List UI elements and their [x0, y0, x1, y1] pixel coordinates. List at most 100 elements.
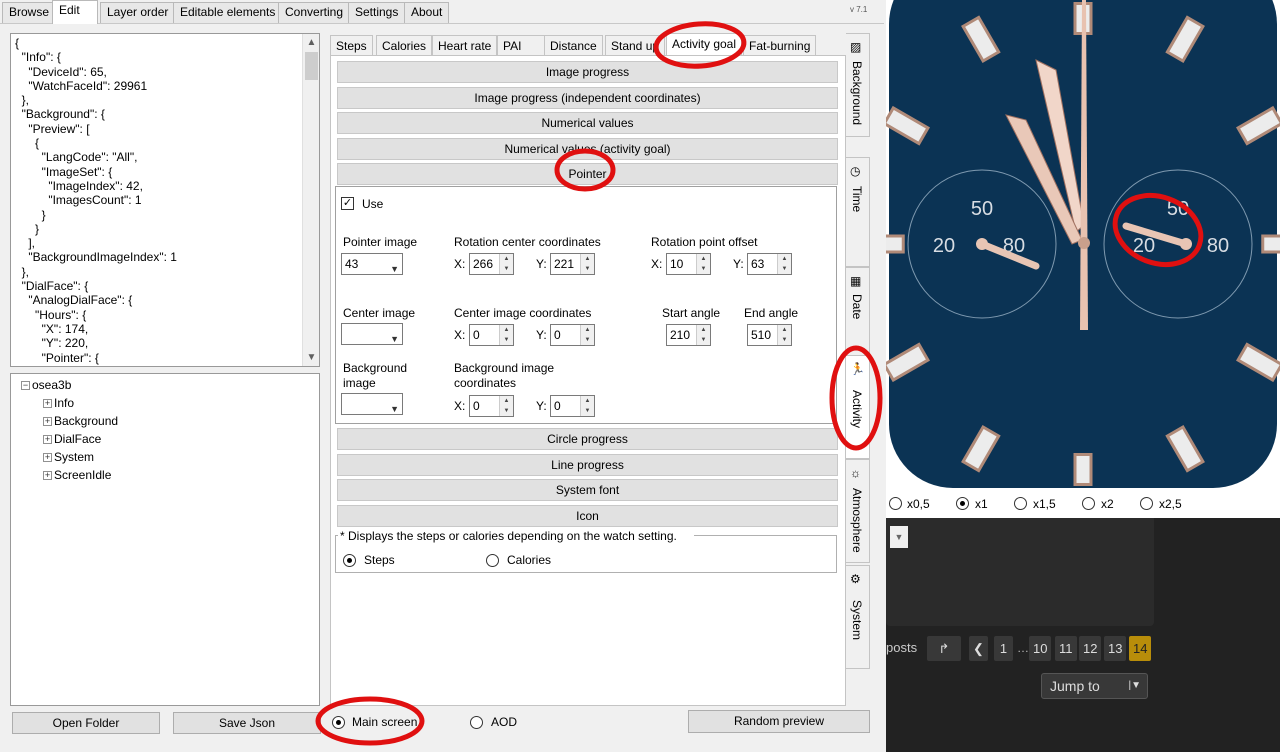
menu-tab-edit[interactable]: Edit: [52, 0, 98, 24]
menu-tab-converting[interactable]: Converting: [278, 2, 351, 23]
share-icon[interactable]: ↱: [927, 636, 961, 661]
save-json-button[interactable]: Save Json: [173, 712, 321, 734]
subtab-distance[interactable]: Distance: [544, 35, 603, 56]
menu-tab-settings[interactable]: Settings: [348, 2, 406, 23]
left-subdial-50: 50: [971, 198, 993, 220]
subtab-activity-goal[interactable]: Activity goal: [666, 33, 742, 56]
section-image-progress[interactable]: Image progress: [337, 61, 838, 83]
runner-icon: 🏃: [850, 362, 865, 376]
scroll-down-icon[interactable]: ▼: [303, 349, 319, 366]
use-checkbox[interactable]: ✓: [341, 197, 354, 210]
side-tab-background[interactable]: ▨ Background: [846, 33, 870, 137]
center-x-input[interactable]: 0 ▲ ▼: [469, 324, 514, 346]
expand-icon[interactable]: +: [43, 471, 52, 481]
jump-to-button[interactable]: Jump to |▼: [1041, 673, 1148, 699]
prev-page-icon[interactable]: ❮: [969, 636, 988, 661]
expand-icon[interactable]: +: [43, 399, 52, 409]
random-preview-button[interactable]: Random preview: [688, 710, 870, 733]
page-1[interactable]: 1: [994, 636, 1013, 661]
scroll-thumb[interactable]: [305, 52, 318, 80]
collapse-icon[interactable]: −: [21, 381, 30, 391]
offset-x-input[interactable]: 10 ▲ ▼: [666, 253, 711, 275]
section-icon[interactable]: Icon: [337, 505, 838, 527]
spin-arrows-icon[interactable]: ▲ ▼: [696, 325, 710, 345]
menu-tab-browse[interactable]: Browse: [2, 2, 57, 23]
spin-arrows-icon[interactable]: ▲ ▼: [696, 254, 710, 274]
pointer-image-select[interactable]: 43 ▼: [341, 253, 403, 275]
spin-arrows-icon[interactable]: ▲ ▼: [499, 325, 513, 345]
posts-label: posts: [886, 640, 918, 655]
menu-tab-about[interactable]: About: [404, 2, 450, 23]
section-numerical-values[interactable]: Numerical values: [337, 112, 838, 134]
section-system-font[interactable]: System font: [337, 479, 838, 501]
spin-arrows-icon[interactable]: ▲ ▼: [580, 325, 594, 345]
json-editor[interactable]: { "Info": { "DeviceId": 65, "WatchFaceId…: [10, 33, 320, 367]
main-screen-radio[interactable]: [332, 716, 345, 729]
section-numerical-values-goal[interactable]: Numerical values (activity goal): [337, 138, 838, 160]
tree-item-dialface[interactable]: + DialFace: [43, 432, 101, 446]
end-angle-input[interactable]: 510 ▲ ▼: [747, 324, 792, 346]
tree-item-screenidle[interactable]: + ScreenIdle: [43, 468, 111, 482]
offset-y-input[interactable]: 63 ▲ ▼: [747, 253, 792, 275]
subtab-stand-up[interactable]: Stand up: [605, 35, 665, 56]
spin-arrows-icon[interactable]: ▲ ▼: [777, 254, 791, 274]
scroll-up-icon[interactable]: ▲: [303, 34, 319, 51]
expand-icon[interactable]: +: [43, 453, 52, 463]
subtab-steps[interactable]: Steps: [330, 35, 373, 56]
tree-item-background[interactable]: + Background: [43, 414, 118, 428]
zoom-radio-0-5[interactable]: [889, 497, 902, 510]
background-image-select[interactable]: ▼: [341, 393, 403, 415]
menu-tab-layer-order[interactable]: Layer order: [100, 2, 176, 23]
spin-arrows-icon[interactable]: ▲ ▼: [499, 254, 513, 274]
aod-radio[interactable]: [470, 716, 483, 729]
page-14[interactable]: 14: [1129, 636, 1152, 661]
section-line-progress[interactable]: Line progress: [337, 454, 838, 476]
subtab-calories[interactable]: Calories: [376, 35, 433, 56]
expand-icon[interactable]: +: [43, 435, 52, 445]
center-image-select[interactable]: ▼: [341, 323, 403, 345]
background-x-input[interactable]: 0 ▲ ▼: [469, 395, 514, 417]
start-angle-input[interactable]: 210 ▲ ▼: [666, 324, 711, 346]
open-folder-button[interactable]: Open Folder: [12, 712, 160, 734]
side-tab-system[interactable]: ⚙ System: [846, 565, 870, 669]
page-11[interactable]: 11: [1055, 636, 1077, 661]
tree-root[interactable]: − osea3b: [21, 378, 71, 392]
json-scrollbar[interactable]: ▲ ▼: [302, 34, 319, 366]
menu-tab-editable-elements[interactable]: Editable elements: [173, 2, 283, 23]
page-13[interactable]: 13: [1104, 636, 1127, 661]
forum-area: ▼: [886, 518, 1280, 752]
spin-arrows-icon[interactable]: ▲ ▼: [499, 396, 513, 416]
page-12[interactable]: 12: [1079, 636, 1102, 661]
center-y-input[interactable]: 0 ▲ ▼: [550, 324, 595, 346]
side-tab-time[interactable]: ◷ Time: [846, 157, 870, 267]
tree-item-info[interactable]: + Info: [43, 396, 74, 410]
calories-radio[interactable]: [486, 554, 499, 567]
section-image-progress-independent[interactable]: Image progress (independent coordinates): [337, 87, 838, 109]
spin-arrows-icon[interactable]: ▲ ▼: [777, 325, 791, 345]
subtab-fat-burning[interactable]: Fat-burning: [743, 35, 817, 56]
reply-box[interactable]: ▼: [886, 518, 1154, 626]
dropdown-arrow-icon[interactable]: ▼: [890, 526, 908, 548]
subtab-heart-rate[interactable]: Heart rate: [432, 35, 498, 56]
section-pointer[interactable]: Pointer: [337, 163, 838, 185]
element-tree[interactable]: − osea3b + Info + Background + DialFace + Sys…: [10, 373, 320, 706]
zoom-radio-1-5[interactable]: [1014, 497, 1027, 510]
rotation-center-label: Rotation center coordinates: [454, 235, 601, 249]
zoom-radio-1[interactable]: [956, 497, 969, 510]
rotation-y-input[interactable]: 221 ▲ ▼: [550, 253, 595, 275]
center-image-label: Center image: [343, 306, 416, 320]
side-tab-activity[interactable]: 🏃 Activity: [846, 355, 870, 459]
spin-arrows-icon[interactable]: ▲ ▼: [580, 254, 594, 274]
expand-icon[interactable]: +: [43, 417, 52, 427]
subtab-pai[interactable]: PAI: [497, 35, 545, 56]
steps-radio[interactable]: [343, 554, 356, 567]
background-y-input[interactable]: 0 ▲ ▼: [550, 395, 595, 417]
section-circle-progress[interactable]: Circle progress: [337, 428, 838, 450]
tree-item-system[interactable]: + System: [43, 450, 94, 464]
rotation-x-input[interactable]: 266 ▲ ▼: [469, 253, 514, 275]
zoom-radio-2[interactable]: [1082, 497, 1095, 510]
spin-arrows-icon[interactable]: ▲ ▼: [580, 396, 594, 416]
side-tab-atmosphere[interactable]: ☼ Atmosphere: [846, 459, 870, 563]
zoom-radio-2-5[interactable]: [1140, 497, 1153, 510]
page-10[interactable]: 10: [1029, 636, 1052, 661]
